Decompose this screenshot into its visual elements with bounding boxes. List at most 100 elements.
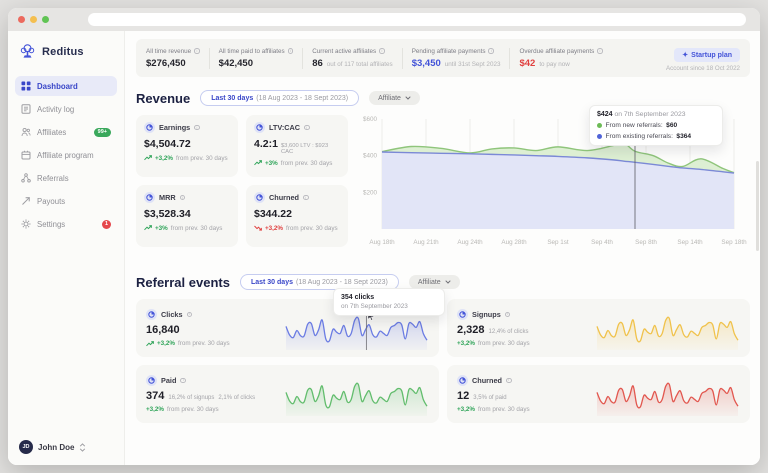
- tooltip-value: $424: [597, 111, 613, 118]
- close-window-icon[interactable]: [18, 16, 25, 23]
- payouts-icon: [21, 196, 31, 206]
- info-icon[interactable]: i: [180, 195, 186, 201]
- churned-icon: [457, 375, 468, 386]
- stat-overdue-payments: Overdue affiliate paymentsi $42to pay no…: [509, 48, 611, 69]
- tooltip-row-label: From new referrals:: [606, 122, 663, 129]
- reditus-tree-icon: [19, 43, 36, 60]
- card-change: +3,2%: [157, 340, 175, 347]
- sidebar-item-affiliates[interactable]: Affiliates 99+: [15, 122, 117, 142]
- sidebar-item-referrals[interactable]: Referrals: [15, 168, 117, 188]
- churned-revenue-card[interactable]: Churned i $344.22 +3,2%from prev. 30 day…: [246, 185, 348, 247]
- sidebar-item-payouts[interactable]: Payouts: [15, 191, 117, 211]
- plan-badge[interactable]: ✦Startup plan: [674, 48, 740, 62]
- revenue-section: Revenue Last 30 days (18 Aug 2023 - 18 S…: [136, 90, 750, 261]
- card-change: +3%: [265, 160, 278, 167]
- ltv-cac-card[interactable]: LTV:CAC i 4.2:1$3,600 LTV : $923 CAC +3%…: [246, 115, 348, 177]
- sidebar-item-label: Affiliate program: [37, 151, 94, 160]
- account-since: Account since 18 Oct 2022: [666, 65, 740, 72]
- chevron-down-icon: [405, 96, 411, 100]
- card-label: LTV:CAC: [269, 123, 300, 132]
- stat-pending-payments: Pending affiliate paymentsi $3,450until …: [402, 48, 510, 69]
- info-icon[interactable]: i: [379, 48, 385, 54]
- stat-label: All time revenue: [146, 48, 191, 55]
- card-change: +3,2%: [146, 406, 164, 413]
- stat-label: Overdue affiliate payments: [519, 48, 594, 55]
- signups-sparkline[interactable]: [595, 306, 740, 350]
- card-change-suffix: from prev. 30 days: [478, 340, 530, 347]
- referrals-affiliate-filter[interactable]: Affiliate: [409, 275, 460, 289]
- sidebar-item-label: Payouts: [37, 197, 65, 206]
- paid-sparkline[interactable]: [284, 372, 429, 416]
- earnings-card[interactable]: Earnings i $4,504.72 +3,2%from prev. 30 …: [136, 115, 238, 177]
- card-value: 16,840: [146, 324, 180, 336]
- svg-text:Sep 4th: Sep 4th: [591, 239, 613, 246]
- tooltip-date: on 7th September 2023: [341, 303, 437, 310]
- info-icon[interactable]: i: [194, 125, 200, 131]
- info-icon[interactable]: i: [180, 378, 186, 384]
- range-dates: (18 Aug 2023 - 18 Sept 2023): [256, 95, 348, 102]
- scrollbar[interactable]: [756, 161, 759, 251]
- info-icon[interactable]: i: [303, 195, 309, 201]
- tooltip-date: on 7th September 2023: [614, 111, 685, 118]
- mrr-icon: [144, 192, 155, 203]
- sidebar-item-dashboard[interactable]: Dashboard: [15, 76, 117, 96]
- card-value: $3,528.34: [144, 208, 191, 220]
- range-dates: (18 Aug 2023 - 18 Sept 2023): [296, 279, 388, 286]
- info-icon[interactable]: i: [304, 125, 310, 131]
- card-label: MRR: [159, 193, 176, 202]
- churned-sparkline[interactable]: [595, 372, 740, 416]
- tooltip-row-value: $60: [666, 122, 677, 129]
- card-change: +3,2%: [457, 406, 475, 413]
- stat-label: Current active affiliates: [312, 48, 376, 55]
- filter-label: Affiliate: [418, 279, 441, 286]
- svg-text:Aug 28th: Aug 28th: [501, 239, 527, 246]
- sidebar-item-settings[interactable]: Settings 1: [15, 214, 117, 234]
- stat-label: Pending affiliate payments: [412, 48, 486, 55]
- stat-value: $42: [519, 58, 535, 69]
- sidebar-item-activity-log[interactable]: Activity log: [15, 99, 117, 119]
- main-content: All time revenuei $276,450 All time paid…: [125, 31, 760, 465]
- avatar: JD: [19, 440, 33, 454]
- tooltip-row-label: From existing referrals:: [606, 133, 673, 140]
- revenue-chart-area: Aug 18thAug 21thAug 24thAug 28thSep 1stS…: [356, 111, 751, 261]
- card-change: +3%: [155, 225, 168, 232]
- info-icon[interactable]: i: [187, 312, 193, 318]
- paid-card[interactable]: Paid i 37416,2% of signups2,1% of clicks…: [136, 365, 439, 423]
- card-change: +3,2%: [155, 155, 173, 162]
- existing-referrals-dot: [597, 134, 602, 139]
- svg-text:$600: $600: [363, 116, 378, 123]
- trend-down-icon: [254, 225, 262, 231]
- url-bar[interactable]: [88, 13, 746, 26]
- svg-text:$200: $200: [363, 189, 378, 196]
- trend-up-icon: [144, 225, 152, 231]
- maximize-window-icon[interactable]: [42, 16, 49, 23]
- svg-text:Sep 14th: Sep 14th: [677, 239, 703, 246]
- svg-text:Aug 21th: Aug 21th: [413, 239, 439, 246]
- info-icon[interactable]: i: [597, 48, 603, 54]
- minimize-window-icon[interactable]: [30, 16, 37, 23]
- info-icon[interactable]: i: [506, 378, 512, 384]
- revenue-title: Revenue: [136, 91, 190, 106]
- revenue-date-range-button[interactable]: Last 30 days (18 Aug 2023 - 18 Sept 2023…: [200, 90, 359, 106]
- stat-value: $42,450: [219, 58, 253, 69]
- trend-up-icon: [254, 160, 262, 166]
- settings-alert-badge: 1: [102, 220, 111, 229]
- revenue-affiliate-filter[interactable]: Affiliate: [369, 91, 420, 105]
- tooltip-row-value: $364: [676, 133, 691, 140]
- revenue-tooltip: $424 on 7th September 2023 From new refe…: [589, 105, 723, 146]
- sidebar-item-affiliate-program[interactable]: Affiliate program: [15, 145, 117, 165]
- logo[interactable]: Reditus: [15, 39, 117, 60]
- plan-badge-label: Startup plan: [691, 52, 732, 59]
- user-menu[interactable]: JD John Doe: [15, 437, 117, 457]
- card-change: +3,2%: [265, 225, 283, 232]
- info-icon[interactable]: i: [505, 312, 511, 318]
- signups-card[interactable]: Signups i 2,32812,4% of clicks +3,2%from…: [447, 299, 750, 357]
- info-icon[interactable]: i: [288, 48, 294, 54]
- card-sub: $3,600 LTV : $923 CAC: [281, 143, 340, 155]
- info-icon[interactable]: i: [488, 48, 494, 54]
- churned-card[interactable]: Churned i 123,5% of paid +3,2%from prev.…: [447, 365, 750, 423]
- mrr-card[interactable]: MRR i $3,528.34 +3%from prev. 30 days: [136, 185, 238, 247]
- referrals-network-icon: [21, 173, 31, 183]
- info-icon[interactable]: i: [194, 48, 200, 54]
- card-change-suffix: from prev. 30 days: [178, 340, 230, 347]
